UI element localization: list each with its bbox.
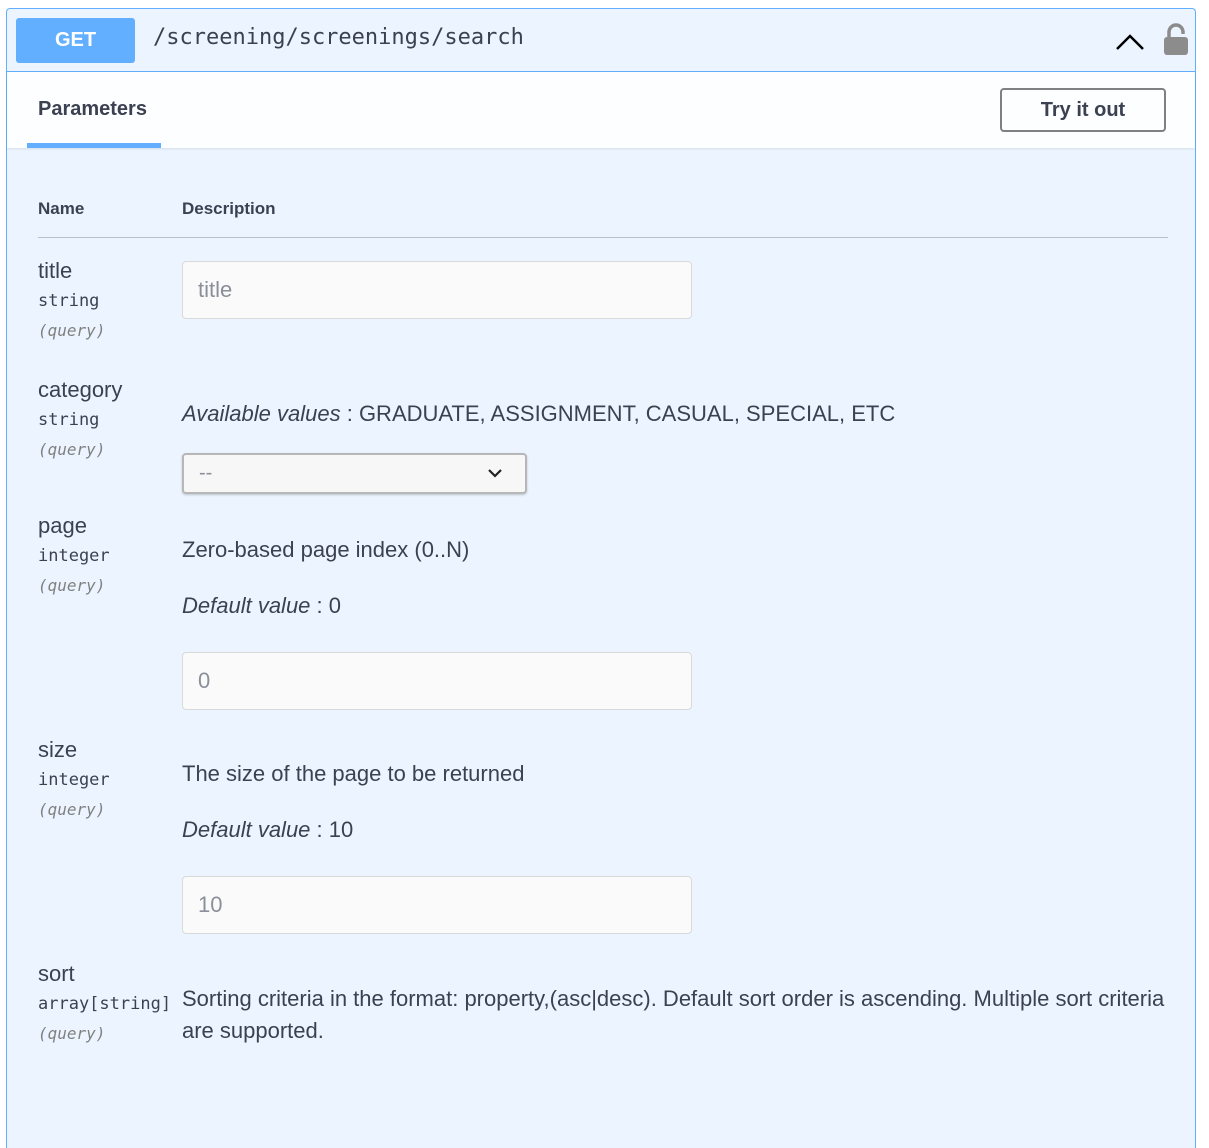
category-available-values: Available values : GRADUATE, ASSIGNMENT,… <box>182 401 896 426</box>
operation-summary[interactable]: GET /screening/screenings/search <box>7 9 1195 72</box>
page-default-label: Default value <box>182 593 311 618</box>
operation-path: /screening/screenings/search <box>153 25 524 50</box>
try-it-out-button[interactable]: Try it out <box>1000 88 1166 132</box>
param-type-size: integer <box>38 770 110 790</box>
category-select[interactable]: -- <box>182 453 527 494</box>
category-select-value: -- <box>199 462 213 484</box>
sort-description: Sorting criteria in the format: property… <box>182 986 1165 1043</box>
page-default-number: 0 <box>328 593 342 618</box>
description-column-header: Description <box>182 199 276 218</box>
param-type-sort: array[string] <box>38 994 172 1014</box>
param-in-title: (query) <box>38 321 106 340</box>
chevron-down-icon <box>488 469 502 478</box>
param-name-sort: sort <box>38 961 75 986</box>
param-in-category: (query) <box>38 440 106 459</box>
section-header: Parameters Try it out <box>7 72 1195 148</box>
size-input[interactable] <box>182 876 692 934</box>
size-default-value: Default value : 10 <box>182 817 354 842</box>
page-default-value: Default value : 0 <box>182 593 342 618</box>
size-default-number: 10 <box>328 817 354 842</box>
method-badge: GET <box>16 18 135 63</box>
page-input[interactable] <box>182 652 692 710</box>
param-type-title: string <box>38 291 100 311</box>
name-column-header: Name <box>38 199 85 218</box>
page-description: Zero-based page index (0..N) <box>182 537 470 562</box>
param-name-category: category <box>38 377 123 402</box>
param-name-title: title <box>38 258 73 283</box>
param-in-size: (query) <box>38 800 106 819</box>
available-values-label: Available values <box>182 401 341 426</box>
tab-parameters-label: Parameters <box>38 98 147 120</box>
header-divider <box>38 237 1168 238</box>
param-in-sort: (query) <box>38 1024 106 1043</box>
param-name-page: page <box>38 513 87 538</box>
available-values-list: GRADUATE, ASSIGNMENT, CASUAL, SPECIAL, E… <box>358 401 896 426</box>
size-description: The size of the page to be returned <box>182 761 525 786</box>
tab-active-indicator <box>27 143 161 148</box>
size-default-label: Default value <box>182 817 311 842</box>
param-in-page: (query) <box>38 576 106 595</box>
param-type-page: integer <box>38 546 110 566</box>
tab-parameters[interactable]: Parameters <box>27 72 161 148</box>
param-type-category: string <box>38 410 100 430</box>
param-name-size: size <box>38 737 78 762</box>
lock-icon[interactable] <box>1162 23 1190 55</box>
chevron-up-icon[interactable] <box>1113 27 1147 55</box>
operation-block: GET /screening/screenings/search Paramet… <box>6 8 1196 1148</box>
title-input[interactable] <box>182 261 692 319</box>
